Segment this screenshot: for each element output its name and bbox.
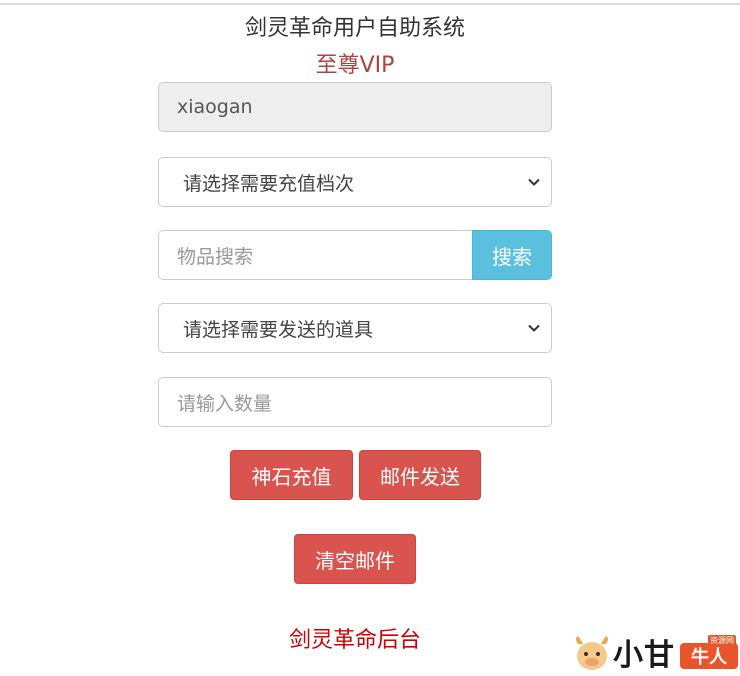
username-field[interactable]: xiaogan bbox=[158, 82, 552, 132]
chevron-down-icon bbox=[528, 178, 540, 186]
send-mail-button[interactable]: 邮件发送 bbox=[359, 450, 481, 500]
chevron-down-icon bbox=[528, 324, 540, 332]
watermark-badge: 牛人 bbox=[680, 643, 738, 669]
quantity-input[interactable]: 请输入数量 bbox=[158, 377, 552, 427]
page-title: 剑灵革命用户自助系统 bbox=[244, 16, 465, 41]
item-search-placeholder: 物品搜索 bbox=[177, 245, 254, 268]
search-button[interactable]: 搜索 bbox=[472, 230, 552, 280]
watermark: 小甘 牛人 资源网 bbox=[570, 628, 740, 676]
recharge-tier-select[interactable]: 请选择需要充值档次 bbox=[158, 157, 552, 207]
item-search-input[interactable]: 物品搜索 bbox=[158, 230, 472, 280]
watermark-brand: 小甘 bbox=[613, 638, 675, 673]
item-select[interactable]: 请选择需要发送的道具 bbox=[158, 303, 552, 353]
top-divider bbox=[0, 3, 740, 5]
item-search-group: 物品搜索 搜索 bbox=[158, 230, 552, 280]
item-select-selected: 请选择需要发送的道具 bbox=[183, 318, 374, 341]
vip-subtitle: 至尊VIP bbox=[315, 53, 395, 78]
username-value: xiaogan bbox=[177, 96, 253, 118]
watermark-badge-small: 资源网 bbox=[708, 635, 736, 646]
cow-mascot-icon bbox=[576, 636, 608, 670]
clear-mail-button[interactable]: 清空邮件 bbox=[294, 534, 416, 584]
recharge-tier-selected: 请选择需要充值档次 bbox=[183, 172, 355, 195]
recharge-button[interactable]: 神石充值 bbox=[230, 450, 353, 500]
quantity-placeholder: 请输入数量 bbox=[177, 392, 273, 415]
